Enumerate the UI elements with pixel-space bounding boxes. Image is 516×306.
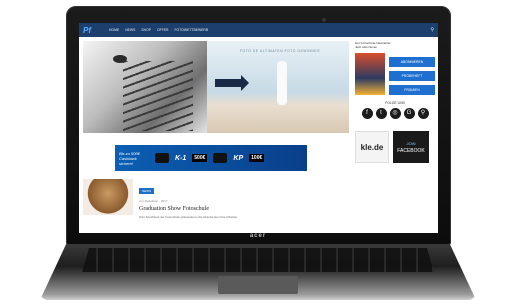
site-navbar: Pf HOME NEWS SHOP OFFER FOTOWETTBEWERB ⚲ [79, 23, 438, 37]
camera-icon [155, 153, 169, 163]
laptop-brand: acer [249, 233, 267, 239]
arrow-right-icon[interactable] [215, 75, 249, 91]
search-icon[interactable]: ⚲ [430, 27, 434, 33]
instagram-icon[interactable]: ◎ [389, 108, 401, 119]
nav-item-shop[interactable]: SHOP [141, 28, 151, 32]
sidebar-buttons: ABONNIEREN PROBEHEFT PRÄMIEN [389, 53, 435, 95]
subscribe-button[interactable]: ABONNIEREN [389, 57, 435, 67]
sidebar-subheading: Jetzt abonnieren [355, 45, 378, 49]
sample-issue-button[interactable]: PROBEHEFT [389, 71, 435, 81]
banner-model-1: K-1 [175, 154, 187, 162]
rss-icon[interactable]: ⚲ [417, 108, 429, 119]
ad-kle[interactable]: kle.de [355, 131, 389, 163]
article-tag[interactable]: NEWS [139, 188, 154, 194]
laptop-keyboard [82, 248, 434, 272]
site-logo[interactable]: Pf [83, 26, 103, 35]
rider-graphic [113, 55, 127, 63]
hero-image-skater: FOTO DE ULTIMATEN FOTO GEWINNER [207, 41, 349, 133]
ad-facebook-text: FACEBOOK [397, 147, 425, 154]
nav-item-news[interactable]: NEWS [125, 28, 135, 32]
article-body: NEWS von Redaktion · 2017 Graduation Sho… [139, 179, 351, 231]
banner-price-1: 500€ [192, 154, 208, 162]
article-thumbnail[interactable] [83, 179, 133, 215]
nav-item-contest[interactable]: FOTOWETTBEWERB [174, 28, 208, 32]
laptop-scene: Pf HOME NEWS SHOP OFFER FOTOWETTBEWERB ⚲… [0, 0, 516, 306]
twitter-icon[interactable]: t [375, 108, 387, 119]
follow-label: FOLGE UNS [385, 101, 405, 105]
sidebar: Der Fotoschule-Newsletter Jetzt abonnier… [355, 41, 435, 231]
article-title[interactable]: Graduation Show Fotoschule [139, 206, 351, 212]
hero-slider[interactable]: FOTO DE ULTIMATEN FOTO GEWINNER [83, 41, 349, 133]
nav-item-offer[interactable]: OFFER [157, 28, 169, 32]
skater-graphic [277, 61, 287, 105]
rewards-button[interactable]: PRÄMIEN [389, 85, 435, 95]
article-meta: von Redaktion · 2017 [139, 199, 168, 203]
sidebar-ads: kle.de JOIN FACEBOOK [355, 131, 435, 163]
laptop-touchpad [218, 276, 298, 294]
hero-image-bmx [83, 41, 207, 133]
magazine-cover[interactable] [355, 53, 385, 95]
article-excerpt: Zum Abschluss der Fotoschule präsentiere… [139, 215, 239, 219]
nav-item-home[interactable]: HOME [109, 28, 119, 32]
ad-facebook-title: JOIN [406, 140, 416, 146]
hero-caption: FOTO DE ULTIMATEN FOTO GEWINNER [239, 49, 321, 53]
camera-icon [213, 153, 228, 163]
banner-text: Bis zu 500€ Cashback sichern! [119, 150, 140, 166]
banner-model-2: KP [233, 154, 244, 162]
ad-facebook[interactable]: JOIN FACEBOOK [393, 131, 429, 163]
facebook-icon[interactable]: f [361, 108, 373, 119]
article-card[interactable]: NEWS von Redaktion · 2017 Graduation Sho… [83, 179, 351, 231]
ad-banner[interactable]: Bis zu 500€ Cashback sichern! K-1 500€ K… [115, 145, 307, 171]
sidebar-magazine-row: ABONNIEREN PROBEHEFT PRÄMIEN [355, 53, 435, 95]
webcam [322, 18, 326, 22]
staircase-graphic [123, 61, 193, 131]
laptop-screen: Pf HOME NEWS SHOP OFFER FOTOWETTBEWERB ⚲… [79, 23, 438, 233]
social-links: f t ◎ G ⚲ [355, 108, 435, 119]
banner-price-2: 100€ [249, 154, 265, 162]
googleplus-icon[interactable]: G [403, 108, 415, 119]
